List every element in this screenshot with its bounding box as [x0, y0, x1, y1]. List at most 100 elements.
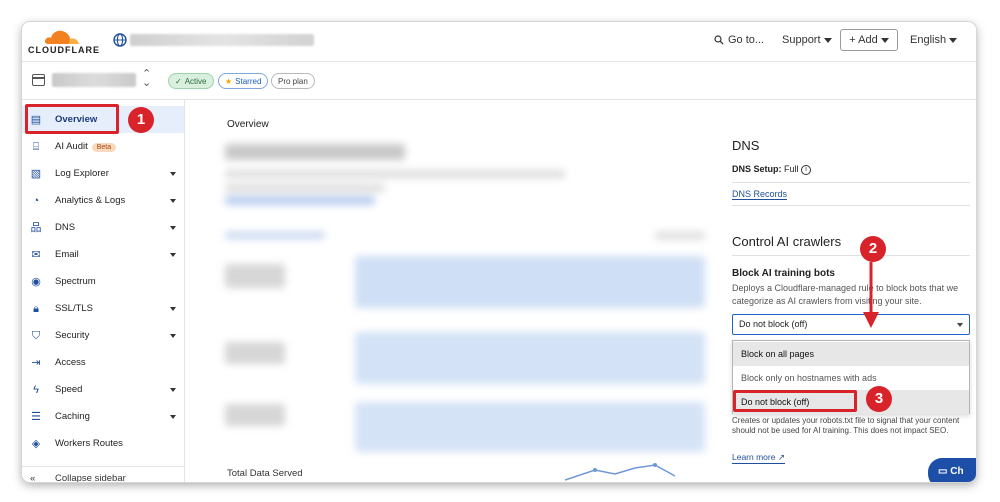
sidebar-item-ssl-tls[interactable]: 🔒︎ SSL/TLS [22, 295, 184, 322]
lock-icon: 🔒︎ [33, 302, 39, 315]
goto-label: Go to... [728, 34, 765, 46]
chevron-down-icon [170, 415, 176, 419]
info-icon[interactable]: i [801, 164, 812, 175]
chevron-down-icon [170, 334, 176, 338]
lightning-icon: ϟ [33, 383, 39, 396]
star-icon: ★ [225, 76, 233, 86]
dns-icon: 品 [30, 221, 42, 234]
sidebar-item-analytics[interactable]: ◔ Analytics & Logs [22, 187, 184, 214]
dns-setup-value: Full [784, 164, 799, 174]
collapse-sidebar-label: Collapse sidebar [55, 473, 126, 482]
status-badge: ✓ Active [168, 73, 214, 89]
sidebar-item-speed[interactable]: ϟ Speed [22, 376, 184, 403]
language-menu[interactable]: English [910, 34, 958, 46]
workers-icon: ◈ [31, 437, 41, 450]
double-chevron-left-icon: « [30, 473, 36, 482]
chat-icon: ▭ [938, 466, 948, 477]
goto-button[interactable]: Go to... [714, 34, 764, 46]
chat-button[interactable]: ▭ Ch [928, 458, 976, 482]
page-title: Overview [227, 119, 269, 130]
logo-text: CLOUDFLARE [28, 45, 100, 55]
sidebar: ▤ Overview ⌸ AI Audit Beta ▧ Log Explorer… [22, 100, 185, 482]
sidebar-item-label: DNS [55, 222, 76, 233]
option-block-all-pages[interactable]: Block on all pages [733, 342, 969, 366]
sidebar-item-label: Email [55, 249, 79, 260]
cloud-logo-icon [44, 30, 79, 44]
dns-heading: DNS [732, 138, 760, 153]
support-menu[interactable]: Support [782, 34, 832, 46]
zone-name-redacted[interactable] [52, 73, 136, 87]
zone-switcher-chevron-icon[interactable]: ⌃ ⌄ [142, 69, 151, 89]
language-label: English [910, 34, 947, 46]
block-ai-bots-heading: Block AI training bots [732, 268, 835, 279]
divider [732, 255, 970, 256]
browser-window-icon [32, 74, 45, 86]
option-block-hostnames-ads[interactable]: Block only on hostnames with ads [733, 366, 969, 390]
sidebar-item-ai-audit[interactable]: ⌸ AI Audit Beta [22, 133, 184, 160]
chevron-down-icon [170, 226, 176, 230]
block-ai-bots-select[interactable]: Do not block (off) [732, 314, 970, 335]
zone-bar: ⌃ ⌄ ✓ Active ★ Starred Pro plan [22, 62, 976, 100]
globe-icon[interactable] [113, 33, 127, 47]
caching-icon: ☰ [31, 410, 41, 423]
sidebar-item-label: Speed [55, 384, 83, 395]
dns-setup: DNS Setup: Full i [732, 164, 812, 175]
sidebar-item-workers-routes[interactable]: ◈ Workers Routes [22, 430, 184, 457]
analytics-icon: ◔ [32, 194, 40, 207]
add-button[interactable]: + Add [840, 29, 898, 51]
search-icon [714, 35, 724, 45]
log-explorer-icon: ▧ [30, 167, 42, 180]
sidebar-item-dns[interactable]: 品 DNS [22, 214, 184, 241]
right-column: DNS DNS Setup: Full i DNS Records Contro… [732, 100, 972, 482]
sidebar-item-email[interactable]: ✉ Email [22, 241, 184, 268]
annotation-arrow [863, 262, 879, 328]
total-data-served-label: Total Data Served [227, 468, 303, 479]
chat-label: Ch [950, 466, 964, 477]
shield-icon: ⛉ [31, 329, 41, 342]
sidebar-item-spectrum[interactable]: ◉ Spectrum [22, 268, 184, 295]
plan-label: Pro plan [278, 76, 308, 86]
chevron-down-icon [949, 37, 958, 43]
top-bar: CLOUDFLARE Go to... Support + Add Englis… [22, 22, 976, 62]
learn-more-link[interactable]: Learn more ↗ [732, 452, 785, 464]
sidebar-item-label: SSL/TLS [55, 303, 94, 314]
block-ai-bots-description: Deploys a Cloudflare-managed rule to blo… [732, 283, 959, 306]
dns-records-link[interactable]: DNS Records [732, 189, 788, 200]
cloudflare-logo[interactable]: CLOUDFLARE [28, 28, 99, 56]
sidebar-item-label: Security [55, 330, 90, 341]
check-icon: ✓ [175, 76, 182, 86]
learn-more-label: Learn more [732, 452, 776, 462]
annotation-highlight-do-not-block [733, 390, 857, 412]
browser-frame: CLOUDFLARE Go to... Support + Add Englis… [22, 22, 976, 482]
active-label: Active [184, 76, 207, 86]
main-content: Overview Total Data Served DNS DNS Setup… [185, 100, 976, 482]
collapse-sidebar-button[interactable]: « Collapse sidebar [22, 466, 184, 482]
chevron-down-icon [823, 37, 832, 43]
chevron-down-icon [170, 388, 176, 392]
chevron-down-icon [880, 37, 889, 43]
annotation-badge-2: 2 [860, 236, 886, 262]
divider [732, 182, 970, 183]
sidebar-item-label: Access [55, 357, 86, 368]
sidebar-item-security[interactable]: ⛉ Security [22, 322, 184, 349]
spectrum-icon: ◉ [31, 275, 41, 288]
annotation-badge-3: 3 [866, 386, 892, 412]
sidebar-item-caching[interactable]: ☰ Caching [22, 403, 184, 430]
ai-audit-icon: ⌸ [32, 140, 40, 153]
external-link-icon: ↗ [777, 452, 785, 462]
chevron-down-icon [170, 172, 176, 176]
starred-badge[interactable]: ★ Starred [218, 73, 269, 89]
blurred-overview-panel [225, 136, 705, 482]
account-name-redacted[interactable] [130, 34, 314, 46]
sidebar-item-access[interactable]: ⇥ Access [22, 349, 184, 376]
sidebar-item-log-explorer[interactable]: ▧ Log Explorer [22, 160, 184, 187]
sidebar-item-label: Analytics & Logs [55, 195, 126, 206]
ai-crawlers-heading: Control AI crawlers [732, 234, 842, 249]
chevron-down-icon [170, 253, 176, 257]
annotation-badge-1: 1 [128, 107, 154, 133]
plan-badge: Pro plan [271, 73, 315, 89]
robots-txt-description: Creates or updates your robots.txt file … [732, 416, 960, 435]
access-icon: ⇥ [31, 356, 41, 369]
dns-setup-label: DNS Setup: [732, 164, 782, 174]
sidebar-item-label: Spectrum [55, 276, 96, 287]
